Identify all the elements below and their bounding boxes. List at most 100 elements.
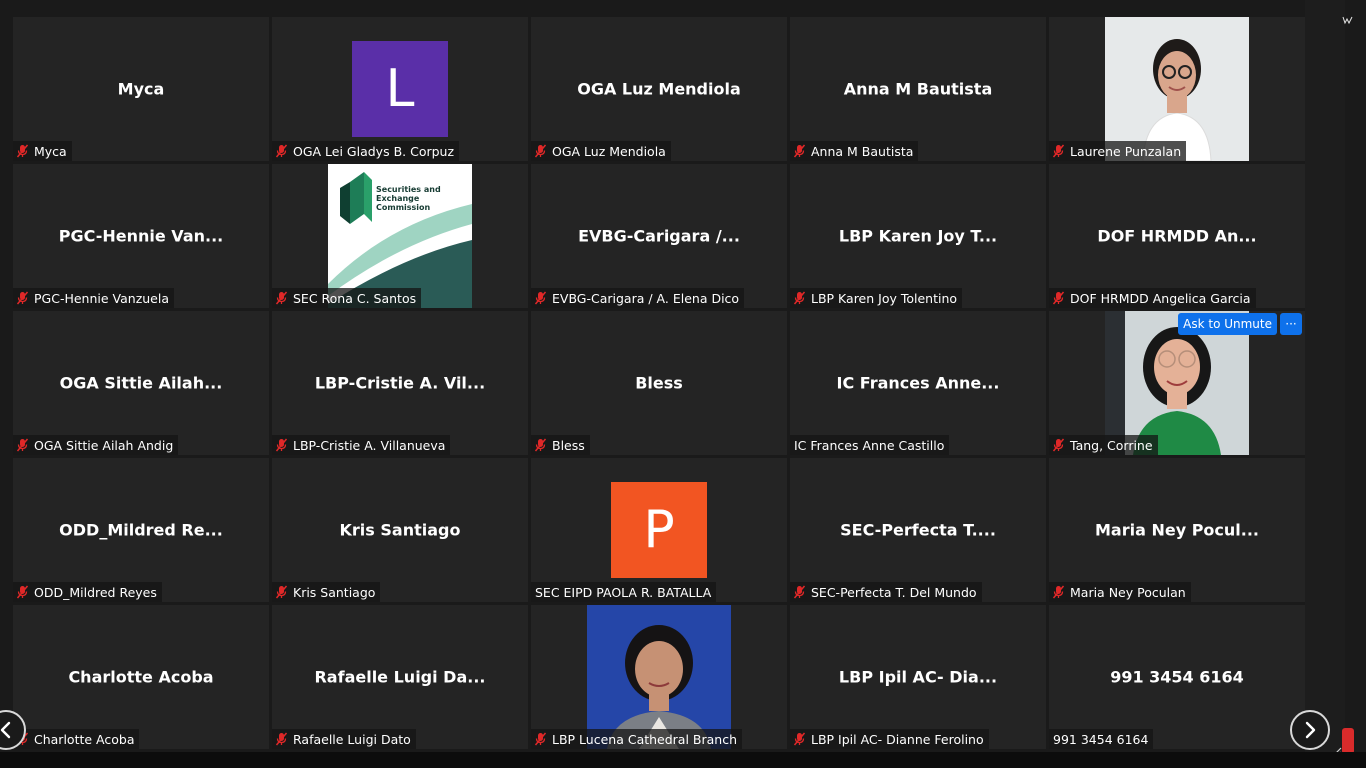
logo-text: Securities and Exchange Commission xyxy=(376,185,441,212)
participant-display-name: PGC-Hennie Van... xyxy=(58,226,224,246)
participant-name-text: LBP Karen Joy Tolentino xyxy=(811,290,958,306)
participant-name-label: Charlotte Acoba xyxy=(13,729,140,749)
participant-tile[interactable]: P SEC EIPD PAOLA R. BATALLA xyxy=(531,458,787,602)
mic-muted-icon xyxy=(1052,438,1065,452)
participant-name-text: Charlotte Acoba xyxy=(34,731,135,747)
participant-name-label: PGC-Hennie Vanzuela xyxy=(13,288,175,308)
participant-tile[interactable]: L OGA Lei Gladys B. Corpuz xyxy=(272,17,528,161)
participant-tile[interactable]: IC Frances Anne... IC Frances Anne Castil… xyxy=(790,311,1046,455)
participant-name-text: EVBG-Carigara / A. Elena Dico xyxy=(552,290,740,306)
participant-name-label: LBP Lucena Cathedral Branch xyxy=(531,729,743,749)
participant-name-label: ODD_Mildred Reyes xyxy=(13,582,162,602)
participant-display-name: ODD_Mildred Re... xyxy=(59,520,223,540)
participant-name-text: Bless xyxy=(552,437,585,453)
participant-name-label: Laurene Punzalan xyxy=(1049,141,1187,161)
participant-tile[interactable]: Kris Santiago Kris Santiago xyxy=(272,458,528,602)
participant-name-text: OGA Luz Mendiola xyxy=(552,143,666,159)
participant-name-label: Bless xyxy=(531,435,590,455)
participant-tile[interactable]: Anna M Bautista Anna M Bautista xyxy=(790,17,1046,161)
participant-tile[interactable]: Rafaelle Luigi Da... Rafaelle Luigi Dato xyxy=(272,605,528,749)
participant-tile[interactable]: Bless Bless xyxy=(531,311,787,455)
participant-tile[interactable]: OGA Luz Mendiola OGA Luz Mendiola xyxy=(531,17,787,161)
mic-muted-icon xyxy=(793,585,806,599)
participant-name-text: DOF HRMDD Angelica Garcia xyxy=(1070,290,1251,306)
participant-tile[interactable]: 991 3454 6164 991 3454 6164 xyxy=(1049,605,1305,749)
participant-display-name: EVBG-Carigara /... xyxy=(578,226,740,246)
participant-name-label: 991 3454 6164 xyxy=(1049,729,1154,749)
participant-name-label: SEC EIPD PAOLA R. BATALLA xyxy=(531,582,717,602)
participant-tile[interactable]: Laurene Punzalan xyxy=(1049,17,1305,161)
participant-name-text: Rafaelle Luigi Dato xyxy=(293,731,411,747)
participant-name-label: Kris Santiago xyxy=(272,582,381,602)
participant-tile[interactable]: LBP-Cristie A. Vil... LBP-Cristie A. Vill… xyxy=(272,311,528,455)
participant-tile[interactable]: PGC-Hennie Van... PGC-Hennie Vanzuela xyxy=(13,164,269,308)
participant-tile[interactable]: OGA Sittie Ailah... OGA Sittie Ailah Andi… xyxy=(13,311,269,455)
participant-display-name: Kris Santiago xyxy=(339,520,461,540)
participant-tile[interactable]: Tang, Corrine Ask to Unmute ··· xyxy=(1049,311,1305,455)
more-options-button[interactable]: ··· xyxy=(1280,313,1302,335)
participant-display-name: LBP-Cristie A. Vil... xyxy=(314,373,486,393)
participant-name-text: IC Frances Anne Castillo xyxy=(794,437,945,453)
participant-tile[interactable]: SEC-Perfecta T.... SEC-Perfecta T. Del Mu… xyxy=(790,458,1046,602)
mic-muted-icon xyxy=(1052,144,1065,158)
chevron-right-icon xyxy=(1305,721,1316,739)
mic-muted-icon xyxy=(534,732,547,746)
mic-muted-icon xyxy=(534,291,547,305)
participant-tile[interactable]: DOF HRMDD An... DOF HRMDD Angelica Garcia xyxy=(1049,164,1305,308)
mic-muted-icon xyxy=(275,585,288,599)
bottom-bar xyxy=(0,752,1366,768)
participant-name-text: LBP-Cristie A. Villanueva xyxy=(293,437,446,453)
participant-display-name: OGA Sittie Ailah... xyxy=(59,373,223,393)
profile-photo xyxy=(587,605,731,749)
participant-name-text: SEC-Perfecta T. Del Mundo xyxy=(811,584,977,600)
participant-name-label: Myca xyxy=(13,141,72,161)
participant-display-name: Anna M Bautista xyxy=(843,79,993,99)
chevron-left-icon xyxy=(0,721,11,739)
participant-display-name: Myca xyxy=(117,79,165,99)
participant-name-label: OGA Luz Mendiola xyxy=(531,141,671,161)
participant-name-label: EVBG-Carigara / A. Elena Dico xyxy=(531,288,745,308)
participant-name-label: IC Frances Anne Castillo xyxy=(790,435,950,455)
participant-tile[interactable]: Myca Myca xyxy=(13,17,269,161)
mic-muted-icon xyxy=(16,144,29,158)
participant-display-name: Maria Ney Pocul... xyxy=(1094,520,1259,540)
participant-name-label: OGA Lei Gladys B. Corpuz xyxy=(272,141,460,161)
participant-tile[interactable]: LBP Ipil AC- Dia... LBP Ipil AC- Dianne F… xyxy=(790,605,1046,749)
participant-name-text: LBP Lucena Cathedral Branch xyxy=(552,731,738,747)
participant-tile[interactable]: EVBG-Carigara /... EVBG-Carigara / A. Ele… xyxy=(531,164,787,308)
participant-display-name: IC Frances Anne... xyxy=(836,373,1000,393)
participant-tile[interactable]: ODD_Mildred Re... ODD_Mildred Reyes xyxy=(13,458,269,602)
participant-name-text: PGC-Hennie Vanzuela xyxy=(34,290,170,306)
participant-name-text: Tang, Corrine xyxy=(1070,437,1153,453)
participant-name-text: 991 3454 6164 xyxy=(1053,731,1149,747)
participant-name-label: DOF HRMDD Angelica Garcia xyxy=(1049,288,1256,308)
participant-display-name: 991 3454 6164 xyxy=(1110,667,1244,687)
mic-muted-icon xyxy=(16,438,29,452)
mic-muted-icon xyxy=(793,291,806,305)
participant-name-text: ODD_Mildred Reyes xyxy=(34,584,157,600)
participant-tile[interactable]: Charlotte Acoba Charlotte Acoba xyxy=(13,605,269,749)
participant-tile[interactable]: Maria Ney Pocul... Maria Ney Poculan xyxy=(1049,458,1305,602)
mic-muted-icon xyxy=(275,291,288,305)
participant-name-text: SEC EIPD PAOLA R. BATALLA xyxy=(535,584,712,600)
view-options-icon[interactable] xyxy=(1342,14,1354,26)
avatar: L xyxy=(352,41,448,137)
participant-name-label: SEC-Perfecta T. Del Mundo xyxy=(790,582,982,602)
participant-name-label: LBP-Cristie A. Villanueva xyxy=(272,435,451,455)
ask-to-unmute-button[interactable]: Ask to Unmute xyxy=(1178,313,1277,335)
participant-tile[interactable]: Securities and Exchange Commission SEC Ro… xyxy=(272,164,528,308)
mic-muted-icon xyxy=(275,438,288,452)
mic-muted-icon xyxy=(793,144,806,158)
mic-muted-icon xyxy=(1052,585,1065,599)
mic-muted-icon xyxy=(534,144,547,158)
participant-name-text: Maria Ney Poculan xyxy=(1070,584,1186,600)
mic-muted-icon xyxy=(275,144,288,158)
participant-tile[interactable]: LBP Lucena Cathedral Branch xyxy=(531,605,787,749)
participant-display-name: DOF HRMDD An... xyxy=(1097,226,1257,246)
profile-photo xyxy=(1105,17,1249,161)
next-page-button[interactable] xyxy=(1290,710,1330,750)
participant-display-name: Charlotte Acoba xyxy=(68,667,214,687)
participant-tile[interactable]: LBP Karen Joy T... LBP Karen Joy Tolentin… xyxy=(790,164,1046,308)
participant-display-name: SEC-Perfecta T.... xyxy=(840,520,996,540)
avatar: P xyxy=(611,482,707,578)
